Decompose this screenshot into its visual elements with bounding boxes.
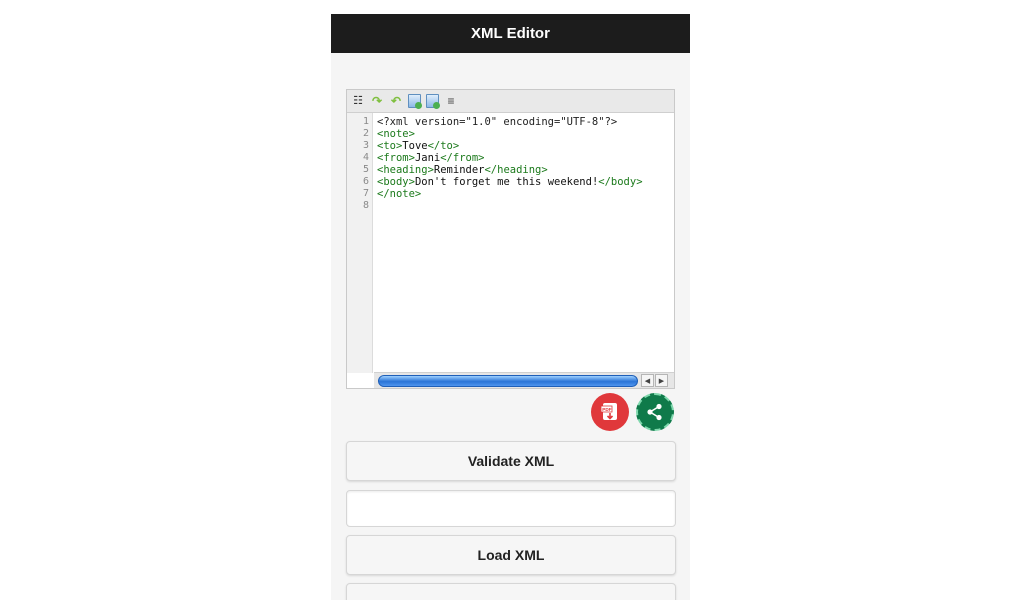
share-icon bbox=[647, 403, 662, 421]
line-number: 7 bbox=[362, 188, 369, 199]
xml-text: Jani bbox=[414, 152, 441, 164]
xml-tag: </heading> bbox=[484, 164, 548, 176]
xml-text: Reminder bbox=[433, 164, 485, 176]
xml-tag: </from> bbox=[440, 152, 485, 164]
xml-declaration: <?xml version="1.0" encoding="UTF-8"?> bbox=[377, 116, 618, 128]
scroll-right-icon[interactable]: ▶ bbox=[655, 374, 668, 387]
format-icon[interactable]: ≡ bbox=[444, 94, 458, 108]
xml-tag: <from> bbox=[377, 152, 415, 164]
xml-tag: <body> bbox=[377, 176, 415, 188]
xml-tag: </to> bbox=[427, 140, 460, 152]
xml-code-editor[interactable]: ☷ ↷ ↶ ≡ 12345678 <?xml version="1.0" enc… bbox=[346, 89, 675, 389]
editor-body: 12345678 <?xml version="1.0" encoding="U… bbox=[347, 113, 674, 373]
line-number: 5 bbox=[362, 164, 369, 175]
refresh-file-icon[interactable] bbox=[426, 94, 440, 109]
header-bar: XML Editor bbox=[331, 14, 690, 53]
code-line: <body>Don't forget me this weekend!</bod… bbox=[377, 176, 674, 188]
redo-icon[interactable]: ↶ bbox=[389, 94, 403, 108]
code-line: <?xml version="1.0" encoding="UTF-8"?> bbox=[377, 116, 674, 128]
line-number: 3 bbox=[362, 140, 369, 151]
code-line: <to>Tove</to> bbox=[377, 140, 674, 152]
xml-url-input[interactable] bbox=[346, 490, 676, 527]
code-line: </note> bbox=[377, 188, 674, 200]
pdf-download-button[interactable]: PDF bbox=[591, 393, 629, 431]
code-line: <note> bbox=[377, 128, 674, 140]
undo-icon[interactable]: ↷ bbox=[370, 94, 384, 108]
app-container: XML Editor ☷ ↷ ↶ ≡ 12345678 <?xml versio… bbox=[331, 14, 690, 600]
line-number-gutter: 12345678 bbox=[347, 113, 373, 373]
next-action-button[interactable] bbox=[346, 583, 676, 600]
pdf-download-icon: PDF bbox=[600, 403, 617, 420]
scrollbar-thumb[interactable] bbox=[378, 374, 638, 387]
xml-tag: <note> bbox=[377, 128, 415, 140]
line-number: 6 bbox=[362, 176, 369, 187]
scroll-left-icon[interactable]: ◀ bbox=[641, 374, 654, 387]
page-title: XML Editor bbox=[471, 25, 550, 42]
xml-tag: </note> bbox=[377, 188, 422, 200]
load-xml-button[interactable]: Load XML bbox=[346, 535, 676, 575]
search-icon[interactable]: ☷ bbox=[351, 94, 365, 108]
code-line: <heading>Reminder</heading> bbox=[377, 164, 674, 176]
editor-toolbar: ☷ ↷ ↶ ≡ bbox=[347, 90, 674, 113]
code-text-area[interactable]: <?xml version="1.0" encoding="UTF-8"?> <n… bbox=[373, 113, 674, 373]
open-file-icon[interactable] bbox=[408, 94, 422, 109]
line-number: 8 bbox=[362, 200, 369, 211]
validate-xml-button[interactable]: Validate XML bbox=[346, 441, 676, 481]
xml-text: Tove bbox=[402, 140, 428, 152]
line-number: 1 bbox=[362, 116, 369, 127]
share-button[interactable] bbox=[636, 393, 674, 431]
code-line: <from>Jani</from> bbox=[377, 152, 674, 164]
xml-tag: <to> bbox=[377, 140, 403, 152]
xml-tag: <heading> bbox=[377, 164, 434, 176]
horizontal-scrollbar[interactable]: ◀ ▶ bbox=[374, 372, 674, 388]
xml-tag: </body> bbox=[598, 176, 643, 188]
svg-text:PDF: PDF bbox=[602, 407, 611, 412]
line-number: 2 bbox=[362, 128, 369, 139]
line-number: 4 bbox=[362, 152, 369, 163]
xml-text: Don't forget me this weekend! bbox=[414, 176, 599, 188]
